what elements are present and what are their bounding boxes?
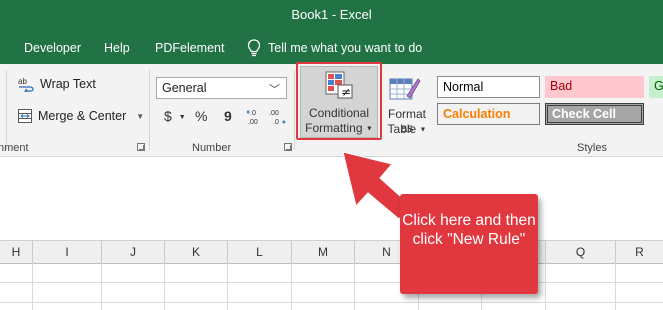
number-dialog-launcher[interactable] <box>284 143 292 151</box>
formula-area <box>0 157 663 237</box>
grid-col-line <box>545 263 546 310</box>
percent-button[interactable]: % <box>195 108 207 124</box>
number-format-select[interactable]: General ﹀ <box>156 77 287 99</box>
format-as-table-text-2: Table <box>387 122 417 136</box>
column-header-j[interactable]: J <box>102 241 165 263</box>
grid-col-line <box>354 263 355 310</box>
style-good[interactable]: G <box>649 76 663 98</box>
cell-grid[interactable] <box>0 263 663 310</box>
wrap-text-label: Wrap Text <box>40 77 96 91</box>
tab-developer[interactable]: Developer <box>24 41 81 55</box>
chevron-down-icon[interactable]: ▼ <box>136 112 144 121</box>
number-format-value: General <box>162 81 207 95</box>
alignment-group-label: nment <box>0 142 29 154</box>
lightbulb-icon <box>247 39 261 57</box>
grid-row-line <box>0 282 663 283</box>
style-normal[interactable]: Normal <box>437 76 540 98</box>
merge-center-label: Merge & Center <box>38 109 127 123</box>
alignment-dialog-launcher[interactable] <box>137 143 145 151</box>
svg-text:.00: .00 <box>269 110 279 117</box>
grid-col-line <box>227 263 228 310</box>
tab-help[interactable]: Help <box>104 41 130 55</box>
column-header-r[interactable]: R <box>616 241 663 263</box>
grid-col-line <box>101 263 102 310</box>
svg-text:ab: ab <box>18 77 27 86</box>
column-header-row: H I J K L M N O P Q R <box>0 240 663 264</box>
chevron-down-icon: ﹀ <box>269 84 280 96</box>
instruction-callout: Click here and then click "New Rule" <box>400 194 538 294</box>
styles-group-label: Styles <box>577 142 607 154</box>
tell-me-search[interactable]: Tell me what you want to do <box>247 39 422 57</box>
currency-button[interactable]: $ ▼ <box>164 108 186 124</box>
column-header-q[interactable]: Q <box>546 241 616 263</box>
decrease-decimal-button[interactable]: .00 .0 <box>268 108 286 129</box>
svg-text:.0: .0 <box>273 119 279 126</box>
grid-col-line <box>164 263 165 310</box>
chevron-down-icon: ▼ <box>178 113 186 121</box>
grid-row-line <box>0 302 663 303</box>
column-header-k[interactable]: K <box>165 241 228 263</box>
style-calculation[interactable]: Calculation <box>437 103 540 125</box>
tell-me-text: Tell me what you want to do <box>268 41 423 55</box>
style-bad[interactable]: Bad <box>545 76 644 98</box>
conditional-formatting-highlight <box>296 62 382 140</box>
comma-symbol: 9 <box>224 108 232 124</box>
grid-col-line <box>32 263 33 310</box>
increase-decimal-icon: .0 .00 <box>246 110 258 126</box>
svg-text:.00: .00 <box>248 119 258 126</box>
svg-text:.0: .0 <box>250 110 256 117</box>
comma-style-button[interactable]: 9 <box>224 108 232 124</box>
format-as-table-label-2: Table ▼ <box>381 122 433 136</box>
merge-center-icon <box>18 109 32 123</box>
column-header-m[interactable]: M <box>292 241 355 263</box>
column-header-l[interactable]: L <box>228 241 292 263</box>
chevron-down-icon: ▼ <box>419 126 427 134</box>
style-check-cell[interactable]: Check Cell <box>545 103 644 125</box>
ribbon-separator <box>149 70 150 150</box>
grid-col-line <box>291 263 292 310</box>
currency-symbol: $ <box>164 108 172 124</box>
column-header-i[interactable]: I <box>33 241 102 263</box>
grid-col-line <box>615 263 616 310</box>
ribbon-separator <box>294 70 295 150</box>
wrap-text-icon: ab <box>18 77 34 92</box>
decrease-decimal-icon: .00 .0 <box>269 110 286 126</box>
title-bar: Book1 - Excel Developer Help PDFelement … <box>0 0 663 64</box>
ribbon-separator <box>6 70 7 150</box>
window-title: Book1 - Excel <box>291 7 372 22</box>
tab-pdfelement[interactable]: PDFelement <box>155 41 224 55</box>
ribbon: ab Wrap Text Merge & Center ▼ nment Gene… <box>0 62 663 157</box>
format-as-table-icon <box>389 78 421 100</box>
column-header-h[interactable]: H <box>0 241 33 263</box>
wrap-text-button[interactable]: ab Wrap Text <box>18 76 96 92</box>
number-group-label: Number <box>192 142 232 154</box>
increase-decimal-button[interactable]: .0 .00 <box>246 108 263 128</box>
merge-center-button[interactable]: Merge & Center ▼ <box>18 109 144 123</box>
percent-symbol: % <box>195 108 208 124</box>
